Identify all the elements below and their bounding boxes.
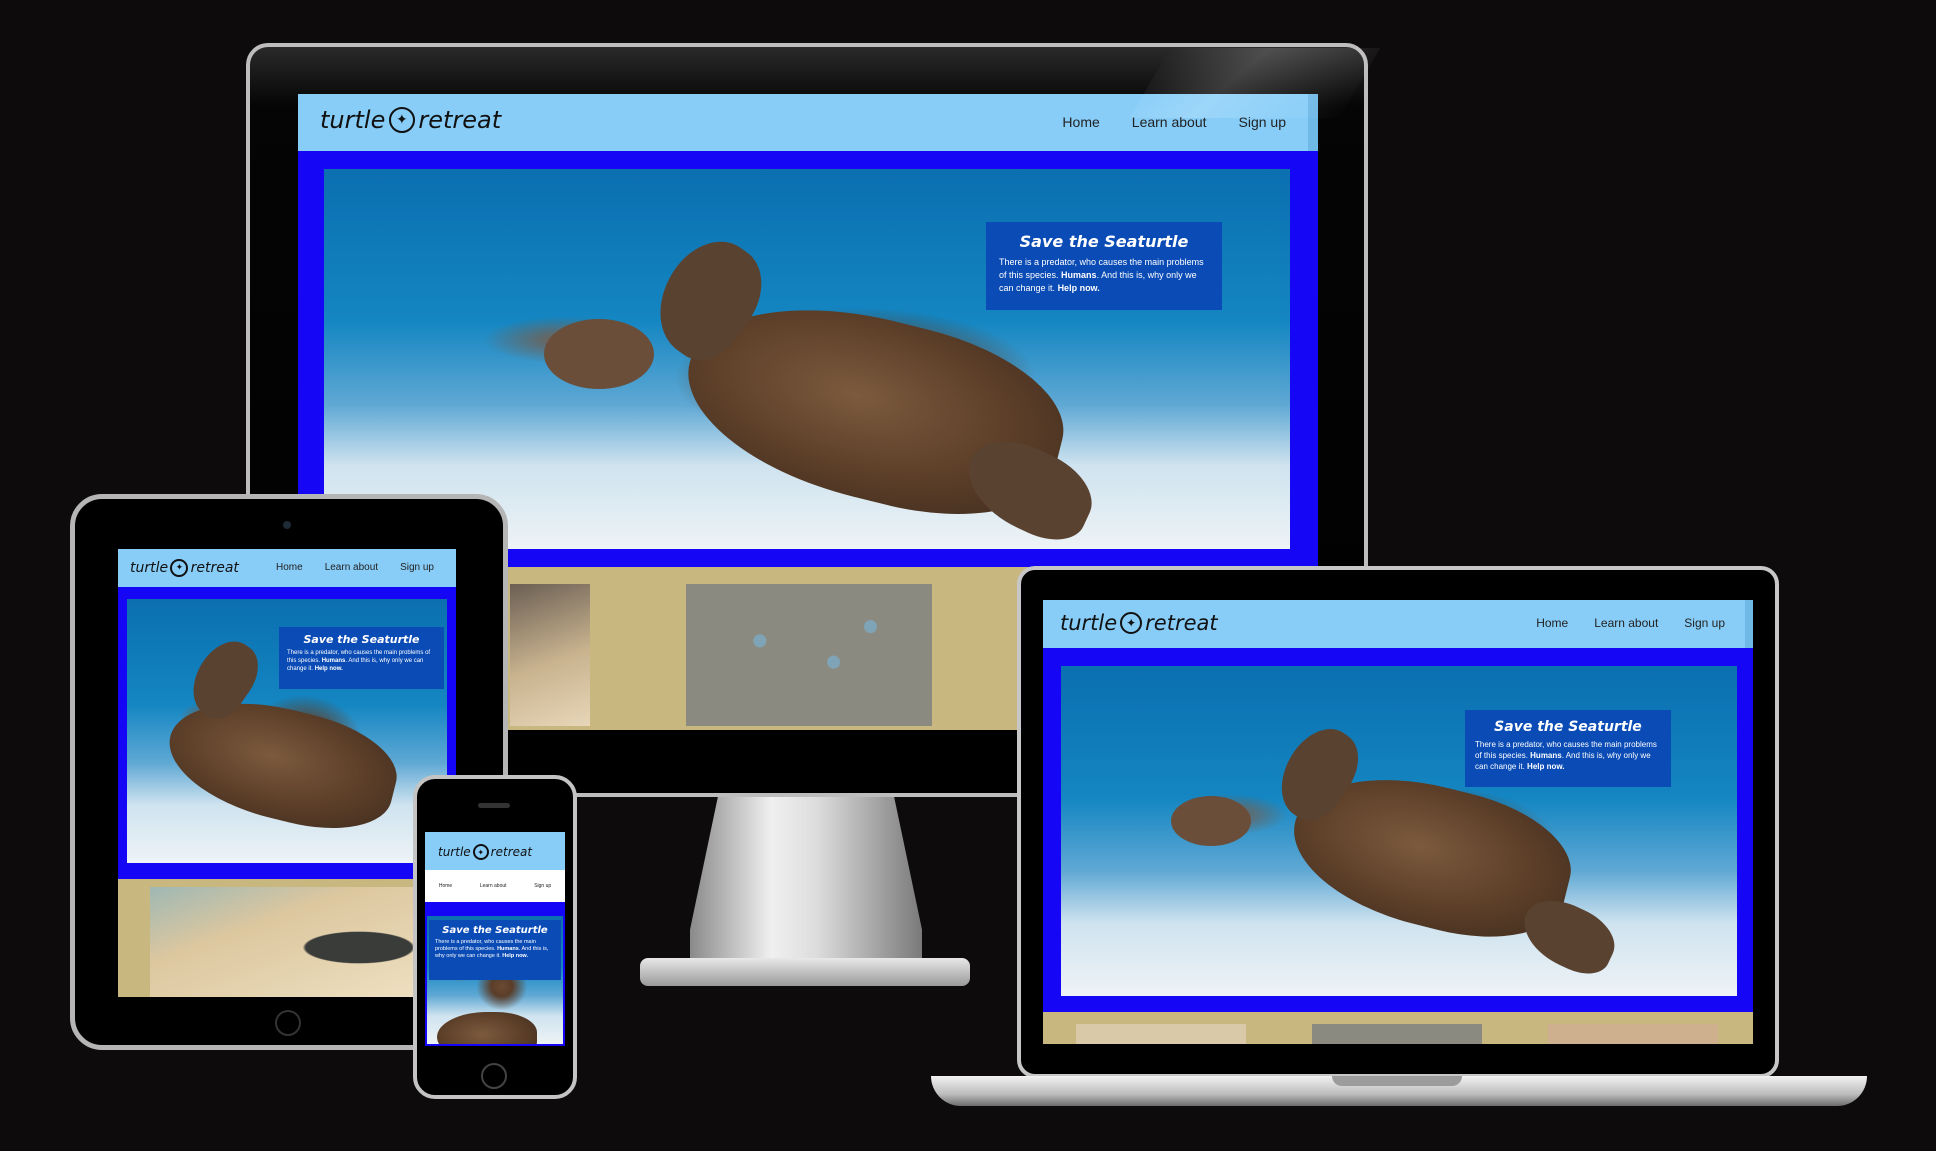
logo-text-left: turtle [438,845,471,859]
logo-text-left: turtle [130,560,169,576]
laptop-notch [1332,1076,1462,1086]
nav-home[interactable]: Home [276,562,303,573]
nav-sign-up[interactable]: Sign up [534,883,551,889]
save-callout: Save the Seaturtle There is a predator, … [1465,710,1671,787]
logo-text-right: retreat [490,845,533,859]
logo-text-right: retreat [418,106,502,134]
monitor-stand [690,797,922,967]
logo-text-left: turtle [320,106,386,134]
site-logo[interactable]: turtle ✦ retreat [130,559,239,577]
help-now-link[interactable]: Help now. [502,953,528,959]
phone-home-button [481,1063,507,1089]
site-logo[interactable]: turtle ✦ retreat [438,844,532,860]
turtle-shell [437,1012,537,1044]
monitor-glare [1129,48,1381,118]
logo-text-right: retreat [1145,611,1218,635]
phone-speaker [478,803,510,808]
site-logo[interactable]: turtle ✦ retreat [320,106,501,134]
turtle-head [1171,796,1251,846]
tablet-camera [283,521,291,529]
gallery-thumb-hatchlings [1312,1024,1482,1044]
logo-text-left: turtle [1060,611,1118,635]
gallery-thumb-beach [150,887,440,997]
phone-screen: turtle ✦ retreat Home Learn about Sign u… [425,832,565,1046]
turtle-icon: ✦ [472,844,489,860]
callout-text: There is a predator, who causes the main… [1475,740,1657,771]
hero-section: Save the Seaturtle There is a predator, … [118,587,456,879]
gallery-thumb-beach [1076,1024,1246,1044]
help-now-link[interactable]: Help now. [315,666,343,672]
callout-title: Save the Seaturtle [1494,719,1642,735]
laptop-screen: turtle ✦ retreat Home Learn about Sign u… [1043,600,1753,1044]
main-nav: Home Learn about Sign up [276,562,434,573]
callout-title: Save the Seaturtle [442,925,548,936]
nav-learn-about[interactable]: Learn about [480,883,507,889]
turtle-icon: ✦ [170,559,189,577]
nav-home[interactable]: Home [439,883,452,889]
main-nav: Home Learn about Sign up [1536,616,1725,630]
save-callout: Save the Seaturtle There is a predator, … [279,627,444,689]
callout-text: There is a predator, who causes the main… [435,939,549,959]
main-nav: Home Learn about Sign up [425,870,565,902]
nav-learn-about[interactable]: Learn about [325,562,378,573]
help-now-link[interactable]: Help now. [1058,283,1100,293]
save-callout: Save the Seaturtle There is a predator, … [429,920,561,980]
turtle-head [544,319,654,389]
help-now-link[interactable]: Help now. [1527,762,1564,771]
gallery-thumb-beach [510,584,590,726]
monitor-foot [640,958,970,986]
nav-home[interactable]: Home [1536,616,1568,630]
nav-learn-about[interactable]: Learn about [1594,616,1658,630]
site-header: turtle ✦ retreat [425,832,565,870]
scrollbar[interactable] [1745,600,1753,648]
tablet-home-button [275,1010,301,1036]
nav-sign-up[interactable]: Sign up [1684,616,1725,630]
hero-section: Save the Seaturtle There is a predator, … [1043,648,1753,1012]
logo-text-right: retreat [190,560,239,576]
turtle-shell [157,682,407,846]
site-header: turtle ✦ retreat Home Learn about Sign u… [118,549,456,587]
callout-title: Save the Seaturtle [1019,232,1189,251]
tablet-screen: turtle ✦ retreat Home Learn about Sign u… [118,549,456,997]
callout-title: Save the Seaturtle [303,633,420,646]
callout-text: There is a predator, who causes the main… [287,650,431,672]
site-header: turtle ✦ retreat Home Learn about Sign u… [1043,600,1753,648]
turtle-icon: ✦ [388,107,415,133]
gallery-thumb-hatchlings [686,584,932,726]
site-logo[interactable]: turtle ✦ retreat [1060,611,1218,635]
turtle-icon: ✦ [1120,612,1143,634]
gallery-thumb-sand [1548,1024,1718,1044]
nav-home[interactable]: Home [1062,114,1099,130]
save-callout: Save the Seaturtle There is a predator, … [986,222,1222,310]
nav-sign-up[interactable]: Sign up [400,562,434,573]
callout-text: There is a predator, who causes the main… [999,257,1204,293]
